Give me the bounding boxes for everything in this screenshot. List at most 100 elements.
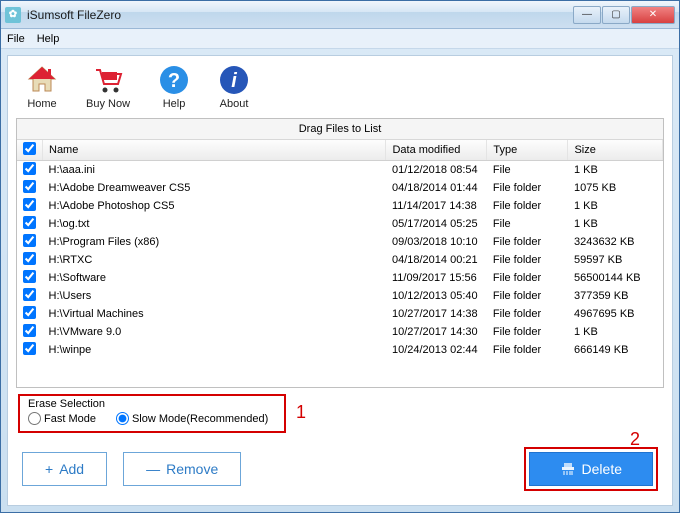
plus-icon: + <box>45 461 53 477</box>
maximize-button[interactable]: ▢ <box>602 6 630 24</box>
row-type: File folder <box>487 251 568 269</box>
help-label: Help <box>163 98 186 110</box>
file-table: Name Data modified Type Size H:\aaa.ini0… <box>17 140 663 359</box>
help-button[interactable]: ? Help <box>158 64 190 110</box>
row-checkbox[interactable] <box>23 342 36 355</box>
select-all-checkbox[interactable] <box>23 142 36 155</box>
minimize-button[interactable]: — <box>573 6 601 24</box>
table-row[interactable]: H:\Virtual Machines10/27/2017 14:38File … <box>17 305 663 323</box>
window-title: iSumsoft FileZero <box>27 8 572 22</box>
table-row[interactable]: H:\VMware 9.010/27/2017 14:30File folder… <box>17 323 663 341</box>
row-type: File folder <box>487 305 568 323</box>
row-size: 377359 KB <box>568 287 663 305</box>
add-button[interactable]: + Add <box>22 452 107 486</box>
content-area: Home Buy Now ? Help i About Drag Files t… <box>7 55 673 506</box>
row-name: H:\Virtual Machines <box>43 305 386 323</box>
menubar: File Help <box>1 29 679 49</box>
about-button[interactable]: i About <box>218 64 250 110</box>
fast-mode-label: Fast Mode <box>44 413 96 425</box>
row-checkbox[interactable] <box>23 306 36 319</box>
remove-label: Remove <box>166 461 218 477</box>
drag-hint: Drag Files to List <box>17 119 663 140</box>
close-button[interactable]: ✕ <box>631 6 675 24</box>
table-row[interactable]: H:\Users10/12/2013 05:40File folder37735… <box>17 287 663 305</box>
row-date: 10/27/2017 14:30 <box>386 323 487 341</box>
table-row[interactable]: H:\og.txt05/17/2014 05:25File1 KB <box>17 215 663 233</box>
row-date: 10/27/2017 14:38 <box>386 305 487 323</box>
row-checkbox[interactable] <box>23 288 36 301</box>
table-row[interactable]: H:\aaa.ini01/12/2018 08:54File1 KB <box>17 161 663 180</box>
file-list-panel: Drag Files to List Name Data modified Ty… <box>16 118 664 388</box>
delete-label: Delete <box>582 461 622 477</box>
about-label: About <box>220 98 249 110</box>
row-checkbox[interactable] <box>23 270 36 283</box>
table-row[interactable]: H:\Adobe Photoshop CS511/14/2017 14:38Fi… <box>17 197 663 215</box>
erase-legend: Erase Selection <box>28 398 276 410</box>
app-window: ✿ iSumsoft FileZero — ▢ ✕ File Help Home… <box>0 0 680 513</box>
slow-mode-option[interactable]: Slow Mode(Recommended) <box>116 412 268 425</box>
home-button[interactable]: Home <box>26 64 58 110</box>
svg-text:i: i <box>231 70 237 92</box>
row-size: 1 KB <box>568 197 663 215</box>
erase-section: Erase Selection Fast Mode Slow Mode(Reco… <box>18 394 662 433</box>
menu-help[interactable]: Help <box>37 33 60 45</box>
row-date: 05/17/2014 05:25 <box>386 215 487 233</box>
row-checkbox[interactable] <box>23 198 36 211</box>
row-checkbox[interactable] <box>23 162 36 175</box>
row-size: 666149 KB <box>568 341 663 359</box>
col-size[interactable]: Size <box>568 140 663 161</box>
row-type: File folder <box>487 197 568 215</box>
fast-mode-option[interactable]: Fast Mode <box>28 412 96 425</box>
col-checkbox[interactable] <box>17 140 43 161</box>
row-name: H:\Software <box>43 269 386 287</box>
col-name[interactable]: Name <box>43 140 386 161</box>
table-row[interactable]: H:\Software11/09/2017 15:56File folder56… <box>17 269 663 287</box>
row-type: File folder <box>487 179 568 197</box>
callout-1: 1 <box>296 402 306 423</box>
row-checkbox[interactable] <box>23 216 36 229</box>
col-type[interactable]: Type <box>487 140 568 161</box>
row-checkbox[interactable] <box>23 180 36 193</box>
shredder-icon <box>560 461 576 477</box>
table-row[interactable]: H:\winpe10/24/2013 02:44File folder66614… <box>17 341 663 359</box>
row-date: 04/18/2014 01:44 <box>386 179 487 197</box>
row-type: File <box>487 215 568 233</box>
callout-2: 2 <box>630 429 640 450</box>
row-type: File folder <box>487 323 568 341</box>
row-checkbox[interactable] <box>23 252 36 265</box>
row-type: File folder <box>487 287 568 305</box>
row-name: H:\Adobe Photoshop CS5 <box>43 197 386 215</box>
row-type: File folder <box>487 233 568 251</box>
row-checkbox[interactable] <box>23 234 36 247</box>
menu-file[interactable]: File <box>7 33 25 45</box>
help-icon: ? <box>158 64 190 96</box>
slow-mode-radio[interactable] <box>116 412 129 425</box>
row-checkbox[interactable] <box>23 324 36 337</box>
row-size: 1 KB <box>568 215 663 233</box>
add-label: Add <box>59 461 84 477</box>
table-row[interactable]: H:\RTXC04/18/2014 00:21File folder59597 … <box>17 251 663 269</box>
toolbar: Home Buy Now ? Help i About <box>12 60 668 118</box>
buy-button[interactable]: Buy Now <box>86 64 130 110</box>
home-icon <box>26 64 58 96</box>
row-size: 1 KB <box>568 323 663 341</box>
row-size: 3243632 KB <box>568 233 663 251</box>
delete-button[interactable]: Delete <box>529 452 653 486</box>
table-row[interactable]: H:\Program Files (x86)09/03/2018 10:10Fi… <box>17 233 663 251</box>
row-date: 10/12/2013 05:40 <box>386 287 487 305</box>
col-date[interactable]: Data modified <box>386 140 487 161</box>
row-size: 56500144 KB <box>568 269 663 287</box>
app-icon: ✿ <box>5 7 21 23</box>
info-icon: i <box>218 64 250 96</box>
row-date: 09/03/2018 10:10 <box>386 233 487 251</box>
row-type: File folder <box>487 269 568 287</box>
row-size: 1 KB <box>568 161 663 180</box>
row-name: H:\Users <box>43 287 386 305</box>
table-row[interactable]: H:\Adobe Dreamweaver CS504/18/2014 01:44… <box>17 179 663 197</box>
remove-button[interactable]: — Remove <box>123 452 241 486</box>
fast-mode-radio[interactable] <box>28 412 41 425</box>
row-name: H:\RTXC <box>43 251 386 269</box>
delete-highlight: 2 Delete <box>524 447 658 491</box>
row-type: File <box>487 161 568 180</box>
row-size: 59597 KB <box>568 251 663 269</box>
